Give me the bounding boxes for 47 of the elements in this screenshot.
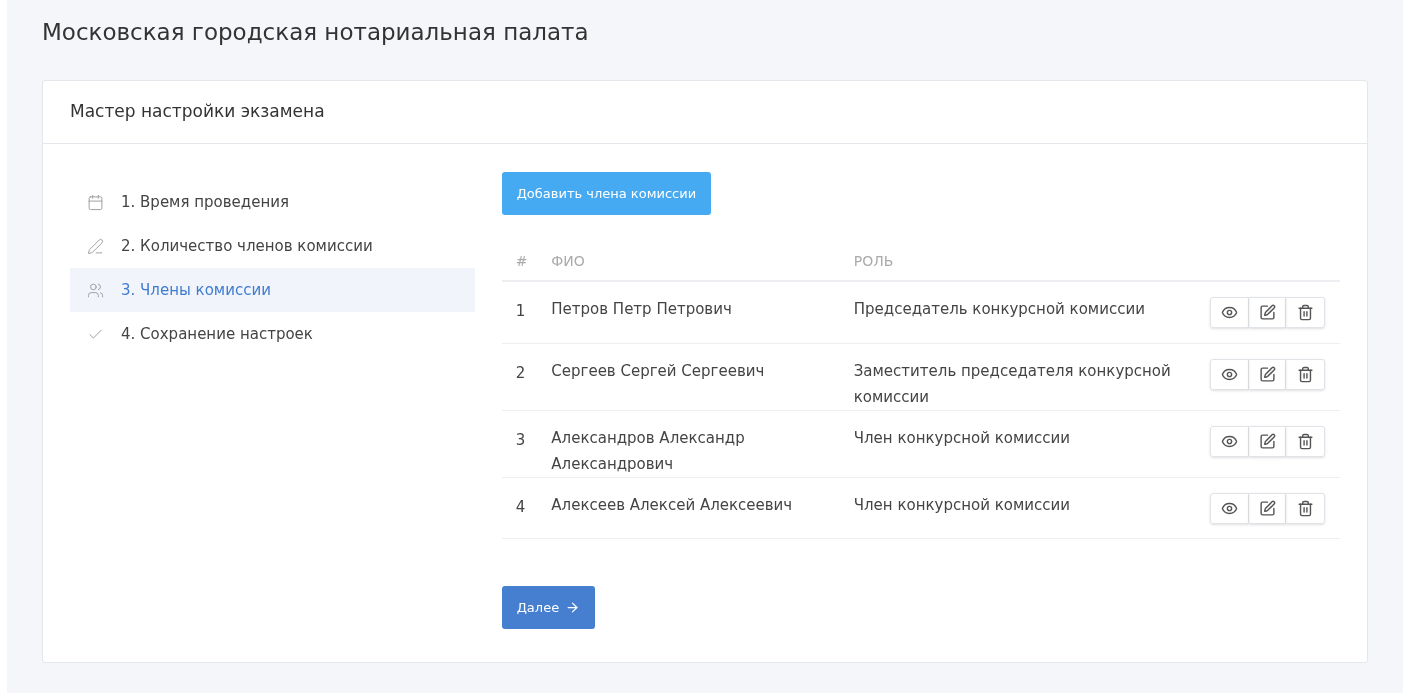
page-title: Московская городская нотариальная палата [42,18,589,47]
edit-button[interactable] [1249,425,1287,457]
view-button[interactable] [1210,492,1250,524]
view-button[interactable] [1210,358,1250,390]
edit-button[interactable] [1249,492,1287,524]
trash-icon [1296,365,1314,383]
delete-button[interactable] [1286,492,1326,524]
pencil-icon [87,237,104,255]
row-number: 3 [515,430,526,449]
column-header: РОЛЬ [853,252,894,269]
view-button[interactable] [1210,297,1250,328]
wizard-step[interactable]: 4. Сохранение настроек [70,312,475,356]
column-header: ФИО [551,252,585,269]
wizard-step[interactable]: 2. Количество членов комиссии [70,224,475,268]
delete-button[interactable] [1286,297,1326,328]
member-name: Сергеев Сергей Сергеевич [551,360,766,382]
users-icon [87,281,104,299]
edit-icon [1258,432,1276,450]
column-header: # [515,252,528,269]
member-name: Алексеев Алексей Алексеевич [551,494,794,516]
member-role: Член конкурсной комиссии [853,494,1071,516]
row-number: 1 [515,302,526,320]
member-name: Петров Петр Петрович [551,299,733,320]
row-number: 4 [515,497,526,516]
card-title: Мастер настройки экзамена [70,100,325,124]
edit-icon [1258,499,1276,517]
edit-button[interactable] [1249,358,1287,390]
eye-icon [1221,304,1239,321]
wizard-step[interactable]: 1. Время проведения [70,180,475,224]
member-role: Заместитель председателя конкурсной комиссии [853,360,1172,408]
edit-icon [1258,304,1276,321]
row-number: 2 [515,363,526,382]
view-button[interactable] [1210,425,1250,457]
trash-icon [1296,499,1314,517]
delete-button[interactable] [1286,425,1326,457]
trash-icon [1296,432,1314,450]
wizard-step[interactable]: 3. Члены комиссии [70,268,475,312]
delete-button[interactable] [1286,358,1326,390]
member-role: Член конкурсной комиссии [853,427,1071,449]
arrow-right-icon [565,600,581,615]
trash-icon [1296,304,1314,321]
next-button[interactable]: Далее [501,586,596,629]
member-role: Председатель конкурсной комиссии [853,299,1146,320]
calendar-icon [87,193,104,211]
member-name: Александров Александр Александрович [551,427,746,475]
edit-icon [1258,365,1276,383]
edit-button[interactable] [1249,297,1287,328]
